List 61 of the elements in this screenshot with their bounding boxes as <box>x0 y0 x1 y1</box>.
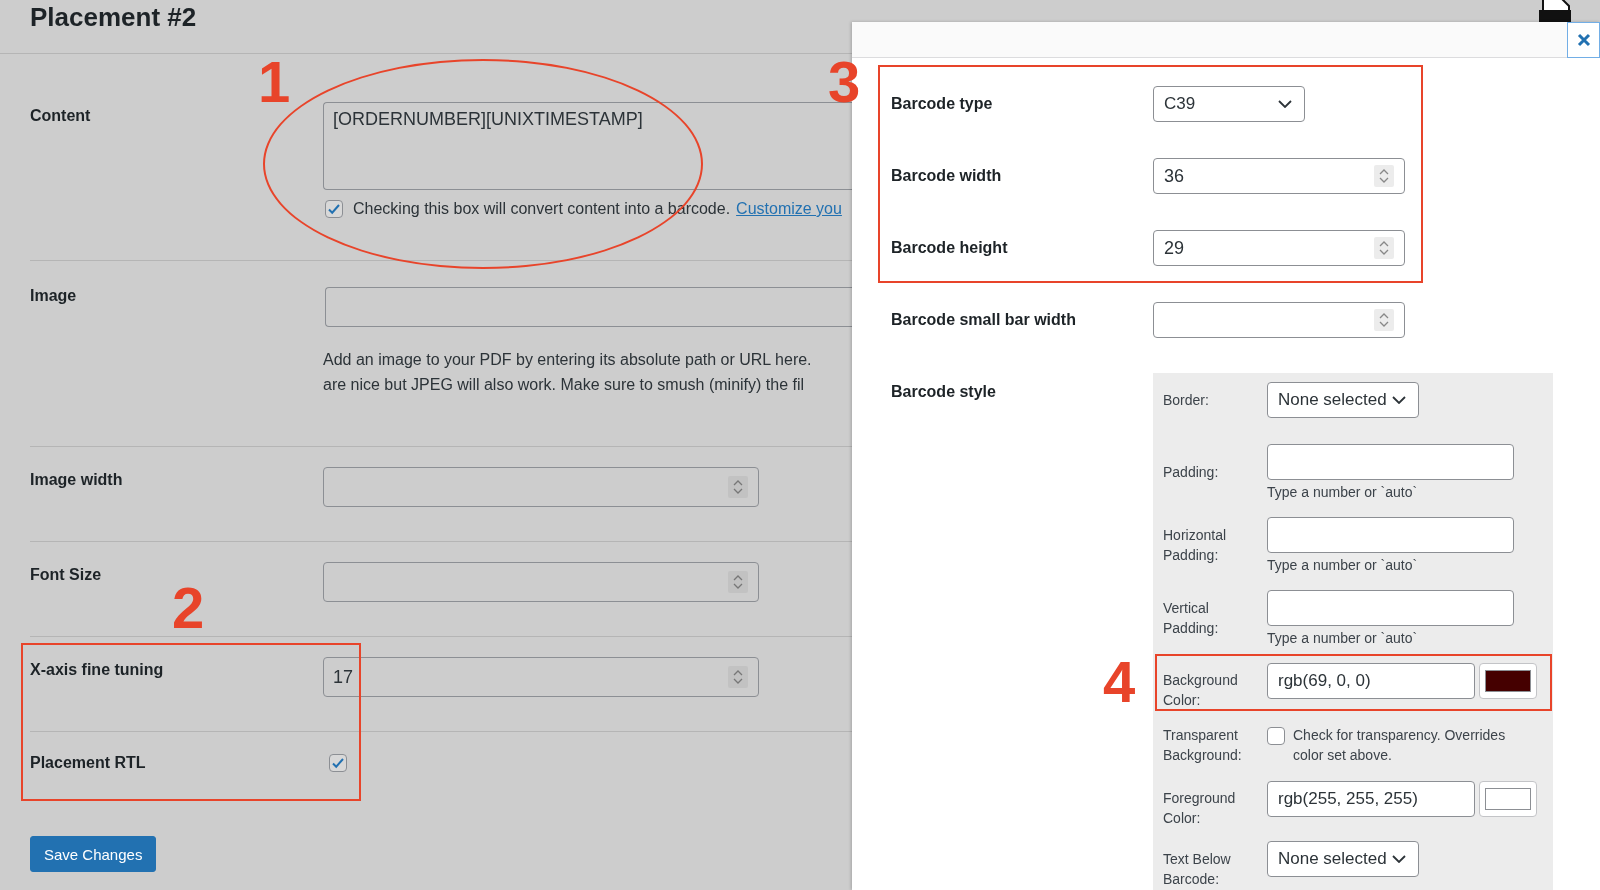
field-label: Barcode height <box>891 239 1009 257</box>
page-title: Placement #2 <box>0 0 852 54</box>
option-label: Padding: <box>1163 463 1220 482</box>
option-label: Background Color: <box>1163 671 1239 710</box>
spinner-icon[interactable] <box>1374 165 1394 187</box>
caret-icon <box>1278 100 1292 108</box>
spinner-icon[interactable] <box>1374 309 1394 331</box>
annotation-number: 4 <box>1103 652 1136 712</box>
option-label: Vertical Padding: <box>1163 599 1220 638</box>
annotation-number: 1 <box>258 52 291 112</box>
spinner-icon[interactable] <box>728 476 748 498</box>
caret-icon <box>1392 855 1406 863</box>
color-input[interactable]: rgb(255, 255, 255) <box>1267 781 1475 817</box>
barcode-checkbox[interactable] <box>325 200 343 218</box>
spinner-icon[interactable] <box>1374 237 1394 259</box>
rtl-checkbox[interactable] <box>329 754 347 772</box>
number-input[interactable]: 17 <box>323 657 759 697</box>
field-label: Barcode style <box>891 382 997 401</box>
number-input[interactable] <box>323 562 759 602</box>
input-hint: Type a number or `auto` <box>1267 629 1419 648</box>
number-input[interactable] <box>323 467 759 507</box>
color-swatch-button[interactable] <box>1479 663 1537 699</box>
text-input[interactable] <box>1267 444 1514 480</box>
save-button[interactable]: Save Changes <box>30 836 157 872</box>
close-button[interactable] <box>1567 22 1600 58</box>
checkbox-label: Check for transparency. Overrides color set above. <box>1293 726 1507 765</box>
color-input[interactable]: rgb(69, 0, 0) <box>1267 663 1475 699</box>
field-label: X-axis fine tuning <box>30 660 164 679</box>
color-swatch-button[interactable] <box>1479 781 1537 817</box>
annotation-number: 2 <box>172 578 205 638</box>
spinner-icon[interactable] <box>728 666 748 688</box>
number-input[interactable]: 36 <box>1153 158 1405 194</box>
option-label: Transparent Background: <box>1163 726 1243 765</box>
image-description: Add an image to your PDF by entering its absolute path or URL here. are nice but JPEG will also work. Make sure to smush (minify) the fil <box>323 350 813 395</box>
spinner-icon[interactable] <box>728 571 748 593</box>
field-label: Placement RTL <box>30 754 146 772</box>
option-label: Border: <box>1163 391 1210 410</box>
text-input[interactable] <box>1267 517 1514 553</box>
input-hint: Type a number or `auto` <box>1267 483 1419 502</box>
field-label: Content <box>30 106 91 125</box>
content-textarea[interactable]: [ORDERNUMBER][UNIXTIMESTAMP] <box>323 102 852 190</box>
close-icon <box>1576 33 1591 47</box>
number-input[interactable]: 29 <box>1153 230 1405 266</box>
field-label: Barcode small bar width <box>891 311 1077 329</box>
image-input[interactable] <box>325 287 852 327</box>
caret-icon <box>1392 396 1406 404</box>
transparency-checkbox[interactable] <box>1267 727 1285 745</box>
input-hint: Type a number or `auto` <box>1267 556 1419 575</box>
option-label: Foreground Color: <box>1163 789 1237 828</box>
number-input[interactable] <box>1153 302 1405 338</box>
option-label: Text Below Barcode: <box>1163 850 1232 889</box>
field-label: Barcode type <box>891 95 994 113</box>
option-select[interactable]: None selected <box>1267 841 1419 877</box>
field-label: Image <box>30 287 77 305</box>
field-label: Font Size <box>30 565 102 584</box>
barcode-type-select[interactable]: C39 <box>1153 86 1305 122</box>
text-input[interactable] <box>1267 590 1514 626</box>
field-label: Image width <box>30 470 123 489</box>
option-label: Horizontal Padding: <box>1163 526 1228 565</box>
option-select[interactable]: None selected <box>1267 382 1419 418</box>
field-label: Barcode width <box>891 167 1003 185</box>
